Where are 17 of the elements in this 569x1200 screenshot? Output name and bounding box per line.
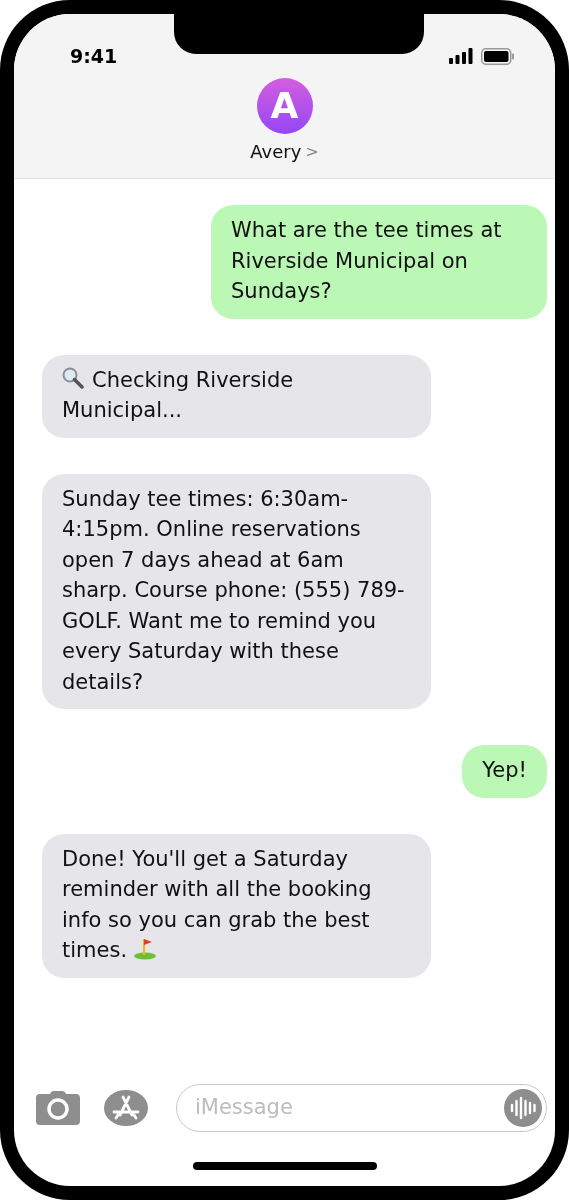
sent-message: What are the tee times at Riverside Municipal on Sundays? [211,205,547,319]
contact-avatar[interactable]: A [256,78,313,134]
status-time: 9:41 [70,43,118,69]
received-message: Sunday tee times: 6:30am-4:15pm. Online reservations open 7 days ahead at 6am sharp. Course phone: (555) 789-GOLF. Want me to remind you every Saturday with these details? [42,473,431,709]
received-message: Checking Riverside Municipal... [42,354,431,438]
app-store-icon[interactable] [104,1090,148,1126]
received-message: Done! You'll get a Saturday reminder with all the booking info so you can grab the best times. [42,833,431,978]
battery-icon [481,47,515,65]
contact-name[interactable]: Avery [250,138,302,165]
camera-icon[interactable] [36,1091,80,1125]
magnifier-icon [62,366,84,389]
sent-message: Yep! [462,745,547,798]
message-field[interactable]: iMessage [195,1092,445,1124]
chevron-icon[interactable]: > [305,139,319,164]
signal-icon [449,48,473,64]
audio-icon[interactable] [504,1089,542,1127]
golf-flag-icon [133,936,158,960]
